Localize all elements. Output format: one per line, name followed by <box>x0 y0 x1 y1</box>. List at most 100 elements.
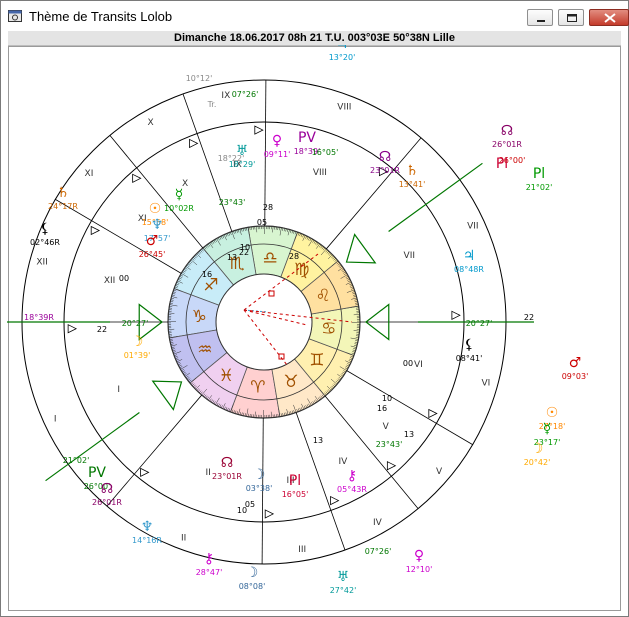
transit-house-number-9: IX <box>221 91 230 101</box>
planet-glyph-uranus-bottom: ♅ <box>337 569 350 585</box>
natal-house-number-8: VIII <box>313 168 327 178</box>
planet-glyph-pv-top: PV <box>298 130 316 146</box>
natal-house-number-6: VI <box>414 360 423 370</box>
ic-transit-arrow-head <box>151 380 183 411</box>
planet-position-label: 26°01R <box>492 140 522 149</box>
planet-glyph-sun-right: ☉ <box>546 405 559 421</box>
maximize-button[interactable] <box>558 9 584 26</box>
mc-transit-arrow-head <box>345 233 377 264</box>
natal-house-number-2: II <box>205 468 210 478</box>
planet-position-label: 02°46R <box>30 238 60 247</box>
planet-position-label: 23°43' <box>376 440 403 449</box>
planet-glyph-pv-bottom: PV <box>88 465 106 481</box>
cusp-arrow <box>330 495 340 506</box>
cusp-arrow <box>140 467 150 478</box>
natal-house-number-4: IV <box>339 457 349 467</box>
cusp-degree-label: 28 <box>263 203 273 212</box>
planet-position-label: 20°42' <box>524 458 551 467</box>
cusp-degree-label: 22 <box>97 325 107 334</box>
planet-position-label: 27°42' <box>330 586 357 595</box>
sign-glyph-capricorn: ♑ <box>192 307 207 327</box>
planet-glyph-node-natal: ☊ <box>501 123 513 139</box>
sign-glyph-virgo: ♍ <box>294 260 309 280</box>
planet-glyph-lilith-left: ⚸ <box>40 221 50 237</box>
cusp-degree-label: 13 <box>227 253 237 262</box>
planet-glyph-jupiter-transit-top: ♃ <box>336 45 349 52</box>
planet-glyph-jupiter-right: ♃ <box>463 248 476 264</box>
planet-glyph-mercury-inner-left: ☿ <box>175 187 184 203</box>
planet-glyph-node-inner: ☊ <box>379 149 391 165</box>
natal-house-number-5: V <box>383 422 390 432</box>
planet-glyph-mercury-right: ☿ <box>543 421 552 437</box>
planet-glyph-node-bottom2: ☊ <box>221 455 233 471</box>
planet-position-label: 08°41' <box>456 354 483 363</box>
cusp-degree-label: 10 <box>237 506 247 515</box>
planet-position-label: 16°05' <box>312 148 339 157</box>
natal-house-number-12: XII <box>104 276 115 286</box>
planet-glyph-moon-bottom2: ☽ <box>253 467 266 483</box>
planet-position-label: 14°16R <box>132 536 162 545</box>
transit-house-number-1: I <box>54 414 57 424</box>
planet-position-label: 08°08' <box>239 582 266 591</box>
planet-glyph-venus-natal-in: ♀ <box>272 133 282 149</box>
planet-position-label: 08°48R <box>454 265 484 274</box>
planet-glyph-neptune-inner-left: ♆ <box>151 217 164 233</box>
planet-position-label: 13°20' <box>329 53 356 62</box>
transit-house-number-11: XI <box>85 169 94 179</box>
transit-house-number-6: VI <box>482 378 491 388</box>
planet-glyph-neptune-bottom: ♆ <box>141 519 154 535</box>
planet-glyph-moon-right: ☽ <box>531 441 544 457</box>
app-icon <box>8 10 22 22</box>
planet-glyph-saturn-inner: ♄ <box>406 163 419 179</box>
planet-glyph-lilith-right: ⚸ <box>464 337 474 353</box>
close-button[interactable] <box>589 9 629 26</box>
cusp-arrow <box>67 324 78 334</box>
planet-position-label: Tr. <box>207 100 217 109</box>
maximize-icon <box>567 14 577 22</box>
planet-glyph-venus-bottom: ♀ <box>414 548 424 564</box>
sign-glyph-pisces: ♓ <box>219 366 234 386</box>
planet-position-label: 21°02' <box>526 183 553 192</box>
planet-position-label: 12°10' <box>406 565 433 574</box>
planet-position-label: 28°47' <box>196 568 223 577</box>
minimize-button[interactable] <box>527 9 553 26</box>
planet-glyph-pl-label: Pl <box>496 156 508 172</box>
planet-position-label: 10°12' <box>186 74 213 83</box>
planet-position-label: 20°27' <box>122 319 149 328</box>
planet-glyph-moon-left: ☽ <box>131 334 144 350</box>
planet-position-label: 26°45' <box>139 250 166 259</box>
transit-house-number-12: XII <box>36 258 47 268</box>
cusp-arrow <box>189 138 199 149</box>
planet-position-label: 09°03' <box>562 372 589 381</box>
natal-house-number-7: VII <box>404 251 415 261</box>
cusp-arrow <box>428 408 438 419</box>
transit-house-number-8: VIII <box>337 102 351 112</box>
planet-position-label: 05°43R <box>337 485 367 494</box>
sign-glyph-libra: ♎ <box>263 248 278 268</box>
natal-house-number-1: I <box>117 385 120 395</box>
astro-wheel[interactable]: ♈ ♉♊♋♌♍♎♏♐♑♒♓IIIIIIIIIIIIIVIVVVVIVIVIIVII… <box>7 45 620 610</box>
planet-glyph-uranus-inner: ♅ <box>236 143 249 159</box>
planet-glyph-saturn-left: ♄ <box>57 185 70 201</box>
planet-glyph-mars-inner-left: ♂ <box>146 233 159 249</box>
transit-house-number-3: III <box>298 545 306 555</box>
planet-glyph-mars-right: ♂ <box>569 355 582 371</box>
window-title: Thème de Transits Lolob <box>29 9 173 24</box>
cusp-degree-label: 22 <box>239 248 249 257</box>
cusp-degree-label: 13 <box>313 436 323 445</box>
planet-position-label: 18°39R <box>24 313 54 322</box>
close-icon <box>604 13 616 23</box>
cusp-degree-label: 00 <box>119 274 129 283</box>
planet-position-label: 23°43' <box>219 198 246 207</box>
cusp-arrow <box>264 509 275 519</box>
cusp-degree-label: 28 <box>289 252 299 261</box>
cusp-arrow <box>90 225 101 236</box>
planet-position-label: 26°01R <box>92 498 122 507</box>
planet-position-label: 24°17R <box>48 202 78 211</box>
title-bar[interactable]: Thème de Transits Lolob <box>1 1 629 31</box>
sign-glyph-cancer: ♋ <box>321 319 336 339</box>
cusp-degree-label: 22 <box>524 313 534 322</box>
planet-position-label: 21°02' <box>63 456 90 465</box>
transit-house-number-5: V <box>436 467 443 477</box>
cusp-arrow <box>254 125 264 135</box>
